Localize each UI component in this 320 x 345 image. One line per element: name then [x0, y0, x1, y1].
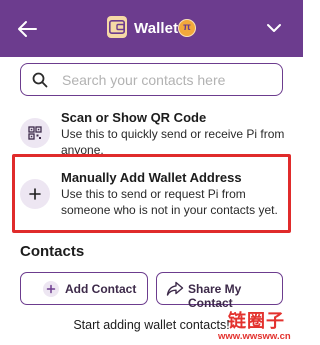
search-placeholder: Search your contacts here	[62, 72, 226, 88]
search-input[interactable]: Search your contacts here	[20, 63, 283, 96]
qr-code-icon	[20, 118, 50, 148]
contacts-heading: Contacts	[20, 243, 85, 260]
share-icon	[166, 281, 184, 296]
watermark-url: www.wwsww.cn	[218, 331, 291, 342]
plus-circle-icon	[43, 281, 59, 297]
qr-code-option[interactable]: Scan or Show QR Code Use this to quickly…	[0, 110, 303, 157]
share-my-contact-label: Share My Contact	[188, 282, 242, 310]
wallet-icon	[107, 16, 127, 38]
app-header: Wallet π	[0, 0, 303, 57]
pi-coin-icon: π	[178, 19, 196, 37]
qr-option-title: Scan or Show QR Code	[61, 110, 207, 125]
search-icon	[32, 72, 48, 88]
add-contact-button[interactable]: Add Contact	[20, 272, 148, 305]
watermark-text: 链圈子	[228, 311, 285, 332]
page-title: Wallet	[134, 20, 179, 37]
arrow-left-icon[interactable]	[16, 20, 38, 38]
highlight-box	[12, 154, 291, 233]
chevron-down-icon[interactable]	[266, 23, 282, 33]
share-my-contact-button[interactable]: Share My Contact	[156, 272, 283, 310]
add-contact-label: Add Contact	[65, 282, 137, 296]
